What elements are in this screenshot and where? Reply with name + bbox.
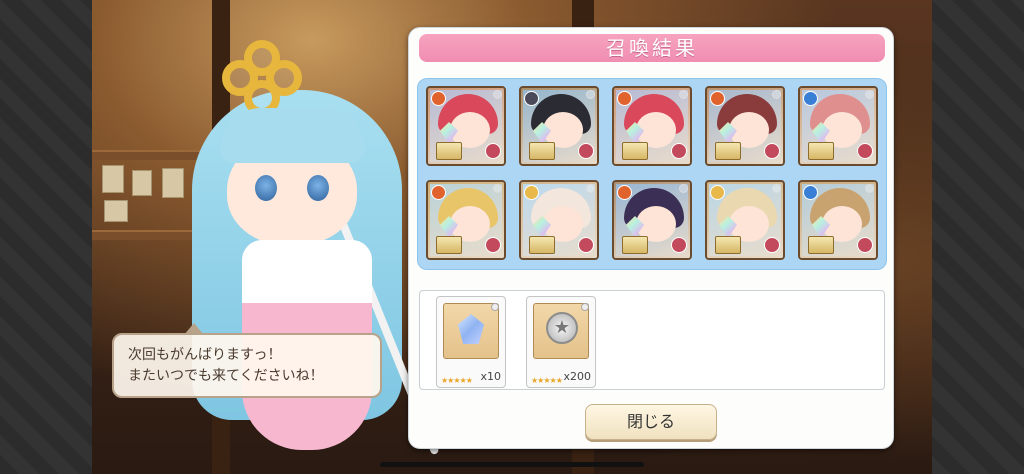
water-element-icon — [803, 185, 818, 200]
fire-element-icon — [710, 91, 725, 106]
info-icon — [865, 184, 874, 193]
gem-chest-icon — [713, 122, 743, 164]
role-icon — [671, 237, 687, 253]
rarity-stars: ★★★★★ — [441, 376, 473, 385]
result-card[interactable] — [612, 86, 692, 166]
item-quantity: x10 — [480, 370, 501, 383]
info-icon — [586, 90, 595, 99]
game-screen: 次回もがんばりますっ！ またいつでも来てくださいね！ 召喚結果 ★★★★★ x1… — [0, 0, 1024, 474]
role-icon — [764, 143, 780, 159]
dark-element-icon — [524, 91, 539, 106]
role-icon — [578, 143, 594, 159]
result-card[interactable] — [705, 180, 785, 260]
result-card[interactable] — [612, 180, 692, 260]
gem-chest-icon — [620, 216, 650, 258]
light-element-icon — [710, 185, 725, 200]
speech-line-2: またいつでも来てくださいね！ — [128, 368, 324, 384]
gem-chest-icon — [806, 122, 836, 164]
summon-result-dialog: 召喚結果 ★★★★★ x10 ★ ★★★★★ x200 閉じる — [408, 27, 894, 449]
role-icon — [857, 143, 873, 159]
item-rewards: ★★★★★ x10 ★ ★★★★★ x200 — [419, 290, 885, 390]
role-icon — [578, 237, 594, 253]
role-icon — [671, 143, 687, 159]
close-button[interactable]: 閉じる — [585, 404, 717, 440]
crystal-icon — [443, 303, 499, 359]
info-icon — [493, 184, 502, 193]
result-card[interactable] — [426, 86, 506, 166]
gem-chest-icon — [434, 216, 464, 258]
fire-element-icon — [617, 185, 632, 200]
role-icon — [857, 237, 873, 253]
fire-element-icon — [617, 91, 632, 106]
result-card[interactable] — [519, 86, 599, 166]
gem-chest-icon — [806, 216, 836, 258]
reward-item-crystal[interactable]: ★★★★★ x10 — [436, 296, 506, 388]
gem-chest-icon — [620, 122, 650, 164]
result-card[interactable] — [798, 180, 878, 260]
result-grid — [417, 78, 887, 270]
speech-line-1: 次回もがんばりますっ！ — [128, 347, 282, 363]
info-icon — [865, 90, 874, 99]
item-quantity: x200 — [563, 370, 591, 383]
info-icon — [491, 303, 499, 311]
gem-chest-icon — [713, 216, 743, 258]
info-icon — [679, 184, 688, 193]
role-icon — [764, 237, 780, 253]
character-fringe — [220, 108, 365, 163]
guide-character — [92, 0, 440, 474]
result-card[interactable] — [705, 86, 785, 166]
water-element-icon — [803, 91, 818, 106]
speech-bubble-tail — [184, 323, 204, 335]
result-card[interactable] — [426, 180, 506, 260]
gem-chest-icon — [527, 122, 557, 164]
fire-element-icon — [431, 91, 446, 106]
info-icon — [679, 90, 688, 99]
home-indicator[interactable] — [380, 462, 644, 467]
role-icon — [485, 237, 501, 253]
speech-bubble: 次回もがんばりますっ！ またいつでも来てくださいね！ — [112, 323, 382, 398]
gem-chest-icon — [434, 122, 464, 164]
info-icon — [581, 303, 589, 311]
light-element-icon — [524, 185, 539, 200]
rarity-stars: ★★★★★ — [531, 376, 563, 385]
info-icon — [493, 90, 502, 99]
info-icon — [772, 90, 781, 99]
dialog-title: 召喚結果 — [419, 34, 885, 62]
silver-medal-icon: ★ — [533, 303, 589, 359]
result-card[interactable] — [798, 86, 878, 166]
gem-chest-icon — [527, 216, 557, 258]
fire-element-icon — [431, 185, 446, 200]
info-icon — [586, 184, 595, 193]
reward-item-medal[interactable]: ★ ★★★★★ x200 — [526, 296, 596, 388]
role-icon — [485, 143, 501, 159]
result-card[interactable] — [519, 180, 599, 260]
info-icon — [772, 184, 781, 193]
